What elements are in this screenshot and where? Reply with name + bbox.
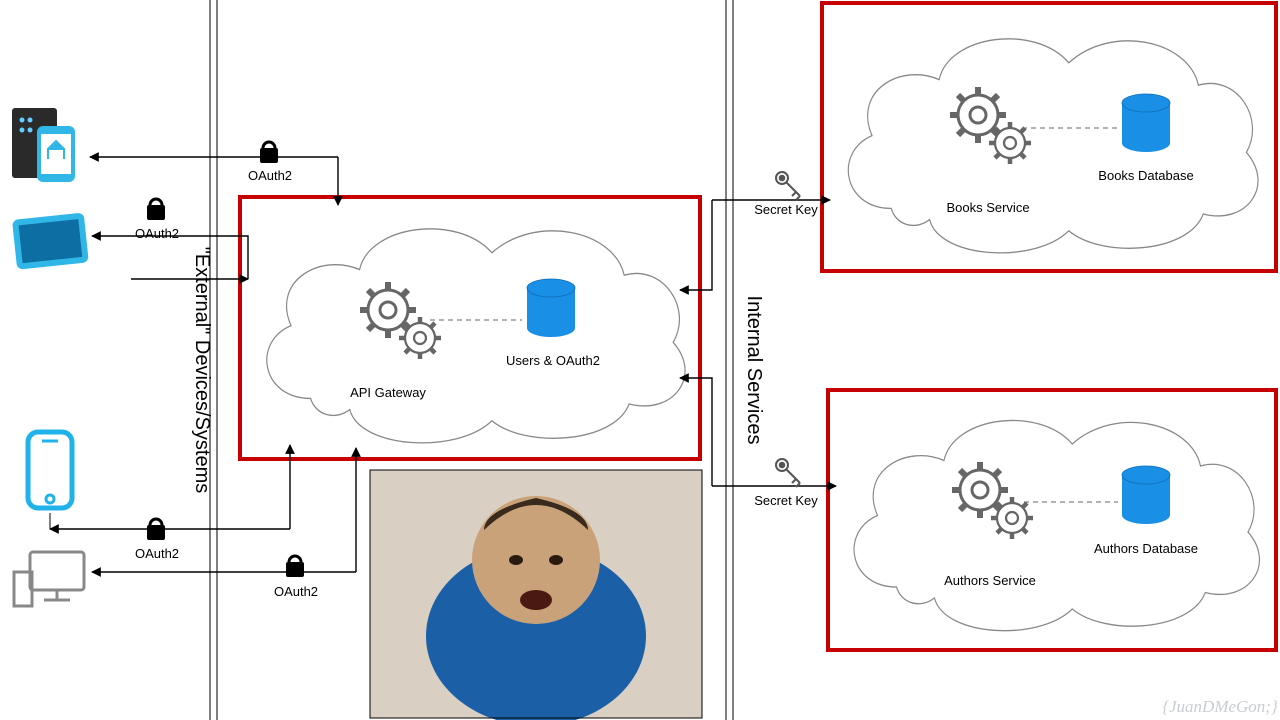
- database-icon: [527, 279, 575, 337]
- watermark: {JuanDMeGon;}: [1162, 697, 1278, 716]
- oauth-label-4: OAuth2: [274, 584, 318, 599]
- gears-icon: [360, 282, 441, 359]
- internal-section-label: Internal Services: [743, 296, 765, 445]
- authors-db-label: Authors Database: [1094, 541, 1198, 556]
- authors-service-box: Authors Database Authors Service: [828, 390, 1276, 650]
- oauth-label-2: OAuth2: [135, 226, 179, 241]
- lock-icon: [260, 142, 278, 163]
- device-tablet: [12, 212, 89, 269]
- database-icon: [1122, 466, 1170, 524]
- oauth-label-1: OAuth2: [248, 168, 292, 183]
- external-divider: "External" Devices/Systems: [191, 0, 217, 720]
- books-db-label: Books Database: [1098, 168, 1193, 183]
- internal-divider: Internal Services: [726, 0, 765, 720]
- books-service-box: Books Database Books Service: [822, 3, 1276, 271]
- authors-service-label: Authors Service: [944, 573, 1036, 588]
- gears-icon: [950, 87, 1031, 164]
- books-service-label: Books Service: [946, 200, 1029, 215]
- lock-icon: [147, 199, 165, 220]
- gears-icon: [952, 462, 1033, 539]
- api-gateway-box: Users & OAuth2 API Gateway: [240, 197, 700, 459]
- database-icon: [1122, 94, 1170, 152]
- lock-icon: [286, 556, 304, 577]
- secret-key-top: Secret Key: [754, 202, 818, 217]
- oauth-label-3: OAuth2: [135, 546, 179, 561]
- gateway-db-label: Users & OAuth2: [506, 353, 600, 368]
- device-smartphone: [28, 432, 72, 508]
- lock-icon: [147, 519, 165, 540]
- device-server-phone: [12, 108, 75, 182]
- gateway-service-label: API Gateway: [350, 385, 426, 400]
- device-desktop: [14, 552, 84, 606]
- key-icon: [776, 172, 800, 200]
- webcam-overlay: [370, 470, 702, 720]
- key-icon: [776, 459, 800, 487]
- external-section-label: "External" Devices/Systems: [191, 247, 213, 494]
- secret-key-bottom: Secret Key: [754, 493, 818, 508]
